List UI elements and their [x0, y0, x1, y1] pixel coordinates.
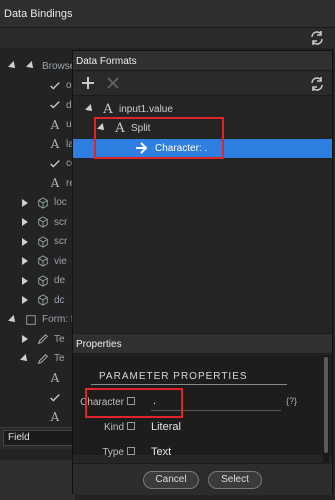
- bindings-tree: BrowseondcAusAlarcoAreflocscrscrviededcF…: [0, 48, 75, 428]
- triangle-right-icon[interactable]: [18, 215, 32, 229]
- info-icon: [127, 447, 135, 456]
- triangle-right-icon[interactable]: [18, 274, 32, 288]
- outer-toolbar: [0, 28, 335, 48]
- data-formats-dialog: Data Formats A input1.value A Split Char…: [72, 50, 333, 495]
- cube-icon: [36, 196, 50, 210]
- close-icon[interactable]: [107, 77, 119, 89]
- cube-icon: [36, 274, 50, 288]
- window-title: Data Bindings: [4, 8, 73, 20]
- type-value: Text: [151, 446, 172, 458]
- bindings-tree-label: scr: [54, 236, 68, 248]
- font-a-icon: A: [50, 371, 60, 386]
- check-icon: [48, 391, 62, 405]
- pencil-icon: [36, 352, 50, 366]
- bindings-tree-label: Browse: [42, 60, 75, 72]
- triangle-right-icon[interactable]: [18, 293, 32, 307]
- bindings-tree-label: Te: [54, 353, 65, 365]
- kind-label-text: Kind: [103, 422, 124, 433]
- cube-icon: [36, 254, 50, 268]
- plus-icon[interactable]: [81, 76, 95, 90]
- triangle-right-icon[interactable]: [18, 196, 32, 210]
- cube-icon: [36, 235, 50, 249]
- check-icon: [48, 98, 62, 112]
- variable-icon[interactable]: {?}: [286, 396, 297, 406]
- font-a-icon: A: [50, 176, 60, 191]
- bindings-tree-label: Te: [54, 333, 65, 345]
- data-formats-toolbar: [73, 72, 332, 96]
- pencil-icon: [36, 332, 50, 346]
- bindings-tree-label: de: [54, 275, 66, 287]
- type-label: Type: [73, 447, 135, 458]
- field-select[interactable]: Field: [3, 430, 75, 446]
- check-icon: [48, 157, 62, 171]
- field-select-value: Field: [8, 432, 30, 443]
- bindings-tree-label: dc: [54, 294, 65, 306]
- form-icon: [24, 313, 38, 327]
- font-a-icon: A: [103, 101, 113, 117]
- font-a-icon: A: [50, 410, 60, 425]
- scrollbar-thumb[interactable]: [324, 357, 328, 453]
- bindings-tree-label: scr: [54, 216, 68, 228]
- highlight-box: [85, 388, 183, 418]
- outer-footer: [0, 460, 75, 500]
- bindings-tree-label: vie: [54, 255, 67, 267]
- cube-icon: [36, 293, 50, 307]
- triangle-right-icon[interactable]: [18, 235, 32, 249]
- select-button[interactable]: Select: [208, 471, 262, 489]
- triangle-right-icon[interactable]: [18, 254, 32, 268]
- data-formats-title: Data Formats: [76, 56, 137, 67]
- font-a-icon: A: [50, 137, 60, 152]
- kind-label: Kind: [73, 422, 135, 433]
- cancel-button[interactable]: Cancel: [143, 471, 199, 489]
- bindings-tree-label: Form: f: [42, 314, 74, 326]
- dialog-footer: Cancel Select: [73, 463, 332, 495]
- parameter-properties-heading: PARAMETER PROPERTIES: [99, 371, 248, 382]
- highlight-box: [94, 117, 224, 159]
- font-a-icon: A: [50, 117, 60, 132]
- triangle-down-icon[interactable]: [83, 102, 97, 116]
- tree-row-label: input1.value: [119, 103, 173, 115]
- triangle-down-icon[interactable]: [6, 313, 20, 327]
- triangle-down-icon: [24, 59, 38, 73]
- triangle-right-icon[interactable]: [18, 332, 32, 346]
- triangle-down-icon[interactable]: [18, 352, 32, 366]
- type-label-text: Type: [102, 447, 124, 458]
- kind-value: Literal: [151, 421, 181, 433]
- refresh-icon[interactable]: [309, 76, 325, 92]
- properties-title: Properties: [76, 339, 122, 350]
- bindings-tree-label: loc: [54, 197, 67, 209]
- heading-divider: [91, 384, 287, 385]
- bindings-tree-row[interactable]: A: [0, 405, 75, 430]
- tree-row-input1[interactable]: A input1.value: [83, 100, 173, 118]
- cube-icon: [36, 215, 50, 229]
- check-icon: [48, 79, 62, 93]
- refresh-icon[interactable]: [309, 30, 325, 46]
- triangle-down-icon[interactable]: [6, 59, 20, 73]
- info-icon: [127, 422, 135, 431]
